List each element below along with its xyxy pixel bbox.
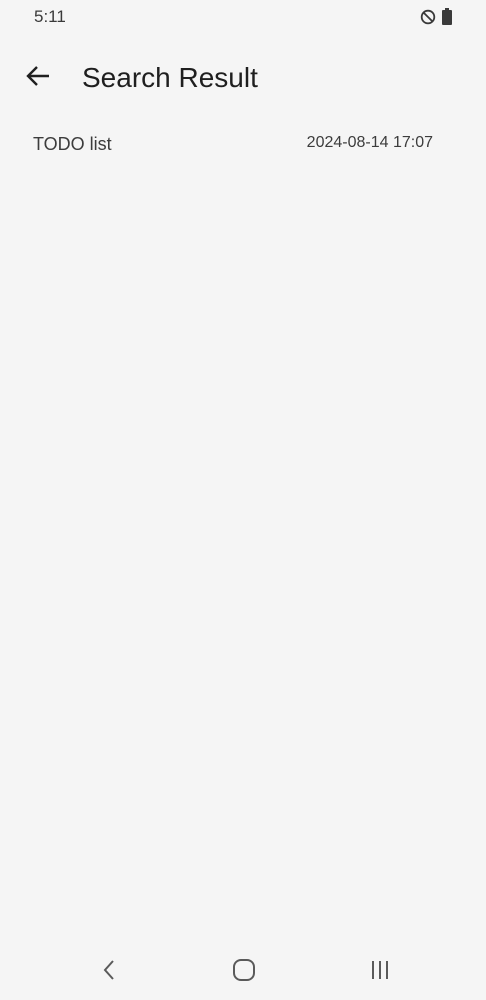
nav-home-button[interactable] [222,954,266,990]
result-list: TODO list 2024-08-14 17:07 [0,122,486,166]
do-not-disturb-icon [420,9,436,25]
status-bar: 5:11 [0,0,486,36]
list-item[interactable]: TODO list 2024-08-14 17:07 [0,122,486,166]
nav-home-icon [232,958,256,987]
back-button[interactable] [20,60,56,96]
result-date: 2024-08-14 17:07 [306,134,433,151]
status-time: 5:11 [34,7,66,26]
page-title: Search Result [82,62,258,93]
nav-recents-icon [369,959,391,986]
app-bar: Search Result [0,50,486,106]
nav-recents-button[interactable] [358,954,402,990]
nav-back-button[interactable] [87,954,131,990]
nav-back-icon [101,958,117,987]
result-title: TODO list [33,134,112,154]
battery-icon [442,8,452,25]
navigation-bar [0,942,486,1000]
status-icons [420,8,452,25]
arrow-left-icon [25,65,51,92]
